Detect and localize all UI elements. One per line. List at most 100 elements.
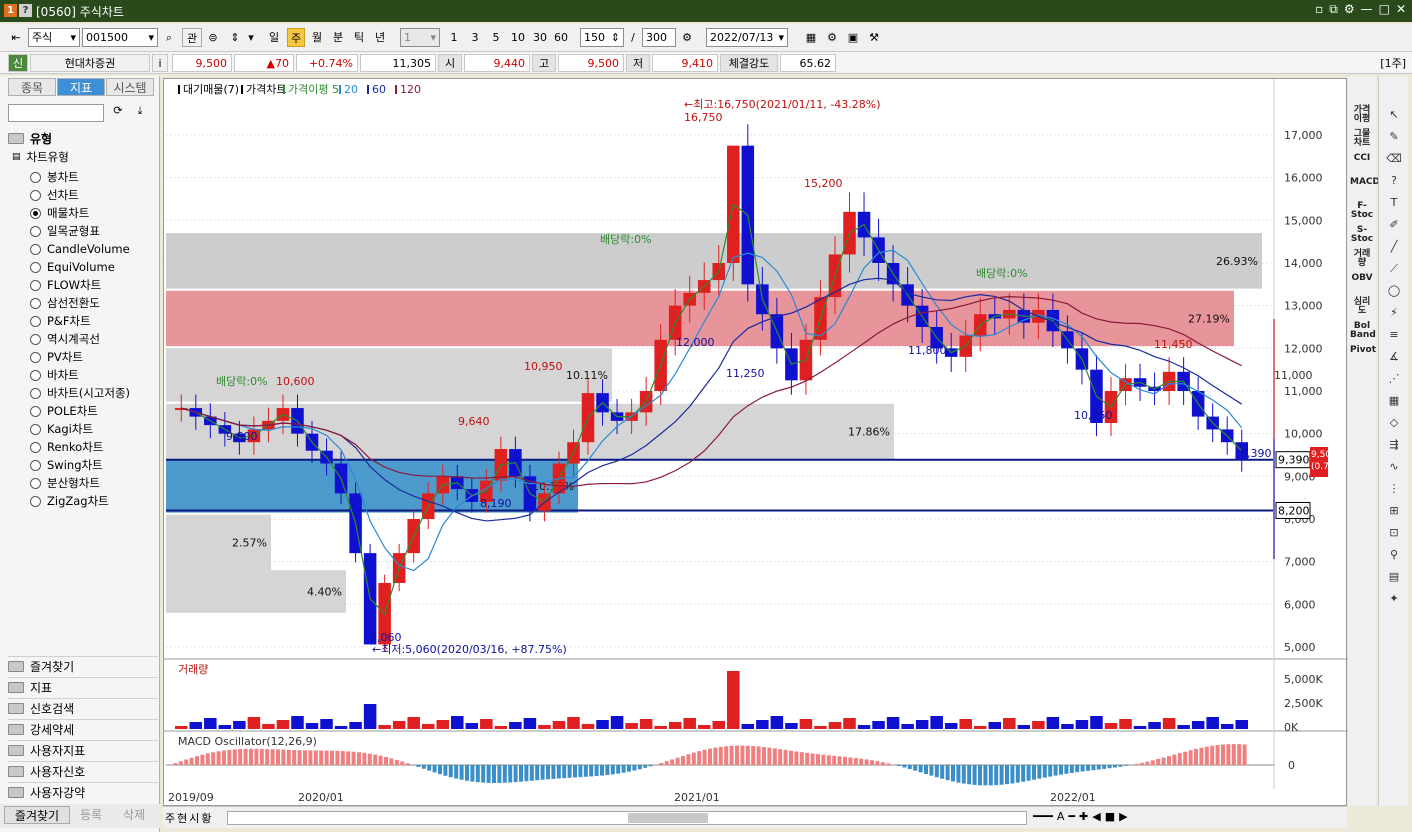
restore-window-icon[interactable]: ▫ <box>1315 2 1323 17</box>
chevron-down-icon[interactable]: ▾ <box>246 28 256 47</box>
drawing-tool-icon[interactable]: ⇶ <box>1385 436 1403 454</box>
gear-icon[interactable]: ⚙ <box>823 28 841 47</box>
tree-root[interactable]: ▤ 차트유형 <box>12 148 69 166</box>
drawing-tool-icon[interactable]: ⚲ <box>1385 546 1403 564</box>
interval-3-button[interactable]: 3 <box>467 28 483 47</box>
drawing-tool-icon[interactable]: ╱ <box>1385 238 1403 256</box>
chart-type-item[interactable]: EquiVolume <box>30 258 115 276</box>
stop-icon[interactable]: ■ <box>1105 810 1115 823</box>
interval-1-button[interactable]: 1 <box>446 28 462 47</box>
zoom-in-icon[interactable]: ✚ <box>1079 810 1088 823</box>
gwan-button[interactable]: 관 <box>182 28 202 47</box>
period-month-button[interactable]: 월 <box>308 28 326 47</box>
chart-type-item[interactable]: 바차트 <box>30 366 79 384</box>
interval-10-button[interactable]: 10 <box>508 28 528 47</box>
settings-window-icon[interactable]: ⚙ <box>1344 2 1355 17</box>
drawing-tool-icon[interactable]: ⋰ <box>1385 370 1403 388</box>
stock-code-input[interactable]: 001500 ▾ <box>82 28 158 47</box>
drawing-tool-icon[interactable]: ⋮ <box>1385 480 1403 498</box>
bottom-tab-0[interactable]: 주 <box>165 810 175 826</box>
drawing-tool-icon[interactable]: ⌫ <box>1385 150 1403 168</box>
chart-type-item[interactable]: 일목균형표 <box>30 222 100 240</box>
period-week-button[interactable]: 주 <box>287 28 305 47</box>
drawing-tool-icon[interactable]: ▦ <box>1385 392 1403 410</box>
indicator-item[interactable]: CCI <box>1350 154 1374 163</box>
zoom-out-icon[interactable]: ━ <box>1068 810 1075 823</box>
link-icon[interactable]: ⊜ <box>204 28 222 47</box>
chart-type-item[interactable]: POLE차트 <box>30 402 98 420</box>
interval-select[interactable]: 1 ▾ <box>400 28 440 47</box>
chart-type-item[interactable]: 분산형차트 <box>30 474 100 492</box>
indicator-item[interactable]: 가격이평 <box>1350 106 1374 124</box>
interval-30-button[interactable]: 30 <box>530 28 550 47</box>
bottom-tab-2[interactable]: 시 <box>189 810 199 826</box>
count-input[interactable]: 150 ⇕ <box>580 28 624 47</box>
up-down-icon[interactable]: ⇕ <box>226 28 244 47</box>
horizontal-scrollbar[interactable] <box>227 811 1027 825</box>
chart-type-item[interactable]: Swing차트 <box>30 456 103 474</box>
info-icon[interactable]: i <box>152 54 168 72</box>
minimize-icon[interactable]: — <box>1361 2 1373 17</box>
text-icon[interactable]: A <box>1057 810 1065 823</box>
folder-item[interactable]: 지표 <box>8 677 158 697</box>
play-icon[interactable]: ▶ <box>1119 810 1127 823</box>
chart-type-item[interactable]: 역시계곡선 <box>30 330 100 348</box>
zoom-icon[interactable]: ⚙ <box>678 28 696 47</box>
indicator-item[interactable]: 그물차트 <box>1350 130 1374 148</box>
zoom-slider-icon[interactable]: ━━━ <box>1033 810 1053 823</box>
chart-type-item[interactable]: Kagi차트 <box>30 420 93 438</box>
drawing-tool-icon[interactable]: ◯ <box>1385 282 1403 300</box>
prev-stock-icon[interactable]: ⇤ <box>8 28 24 47</box>
bottom-tab-3[interactable]: 황 <box>201 810 211 826</box>
search-icon[interactable]: ⌕ <box>160 28 178 47</box>
scrollbar-thumb[interactable] <box>628 813 708 823</box>
drawing-tool-icon[interactable]: ⟋ <box>1385 260 1403 278</box>
indicator-item[interactable]: Bol Band <box>1350 322 1376 340</box>
tool-icon[interactable]: ⚒ <box>865 28 883 47</box>
chart-svg[interactable]: 17,000 16,000 15,000 14,000 13,000 12,000 11,0… <box>164 79 1348 807</box>
chart-type-item[interactable]: Renko차트 <box>30 438 103 456</box>
drawing-tool-icon[interactable]: ∡ <box>1385 348 1403 366</box>
drawing-tool-icon[interactable]: ∿ <box>1385 458 1403 476</box>
folder-item[interactable]: 즐겨찾기 <box>8 656 158 676</box>
copy-window-icon[interactable]: ⧉ <box>1329 2 1338 17</box>
interval-5-button[interactable]: 5 <box>488 28 504 47</box>
section-type[interactable]: 유형 <box>8 128 158 148</box>
chart-type-item[interactable]: FLOW차트 <box>30 276 101 294</box>
maximize-icon[interactable]: □ <box>1379 2 1390 17</box>
period-day-button[interactable]: 일 <box>265 28 283 47</box>
drawing-tool-icon[interactable]: ✦ <box>1385 590 1403 608</box>
chart-type-item[interactable]: ZigZag차트 <box>30 492 109 510</box>
period-minute-button[interactable]: 분 <box>329 28 347 47</box>
period-tick-button[interactable]: 틱 <box>350 28 368 47</box>
drawing-tool-icon[interactable]: ? <box>1385 172 1403 190</box>
drawing-tool-icon[interactable]: ⚡ <box>1385 304 1403 322</box>
interval-60-button[interactable]: 60 <box>551 28 571 47</box>
folder-item[interactable]: 강세약세 <box>8 719 158 739</box>
drawing-tool-icon[interactable]: ◇ <box>1385 414 1403 432</box>
drawing-tool-icon[interactable]: ⊞ <box>1385 502 1403 520</box>
favorites-button[interactable]: 즐겨찾기 <box>4 806 70 824</box>
close-icon[interactable]: ✕ <box>1396 2 1406 17</box>
tab-stock[interactable]: 종목 <box>8 78 56 96</box>
table-icon[interactable]: ▦ <box>802 28 820 47</box>
chart-type-item[interactable]: 삼선전환도 <box>30 294 100 312</box>
tab-indicator[interactable]: 지표 <box>57 78 105 96</box>
indicator-item[interactable]: Pivot <box>1350 346 1376 355</box>
chart-area[interactable]: 17,000 16,000 15,000 14,000 13,000 12,000 11,0… <box>163 78 1348 807</box>
refresh-icon[interactable]: ⟳ <box>110 104 126 122</box>
save-icon[interactable]: ▣ <box>844 28 862 47</box>
delete-button[interactable]: 삭제 <box>114 806 154 824</box>
bottom-tab-1[interactable]: 현 <box>177 810 187 826</box>
chart-type-item[interactable]: 바차트(시고저종) <box>30 384 130 402</box>
drawing-tool-icon[interactable]: ↖ <box>1385 106 1403 124</box>
chart-type-item[interactable]: PV차트 <box>30 348 83 366</box>
drawing-tool-icon[interactable]: T <box>1385 194 1403 212</box>
indicator-item[interactable]: OBV <box>1350 274 1374 283</box>
drawing-tool-icon[interactable]: ⊡ <box>1385 524 1403 542</box>
drawing-tool-icon[interactable]: ▤ <box>1385 568 1403 586</box>
total-input[interactable]: 300 <box>642 28 676 47</box>
folder-item[interactable]: 신호검색 <box>8 698 158 718</box>
chart-type-item[interactable]: 매물차트 <box>30 204 89 222</box>
folder-item[interactable]: 사용자강약 <box>8 782 158 802</box>
